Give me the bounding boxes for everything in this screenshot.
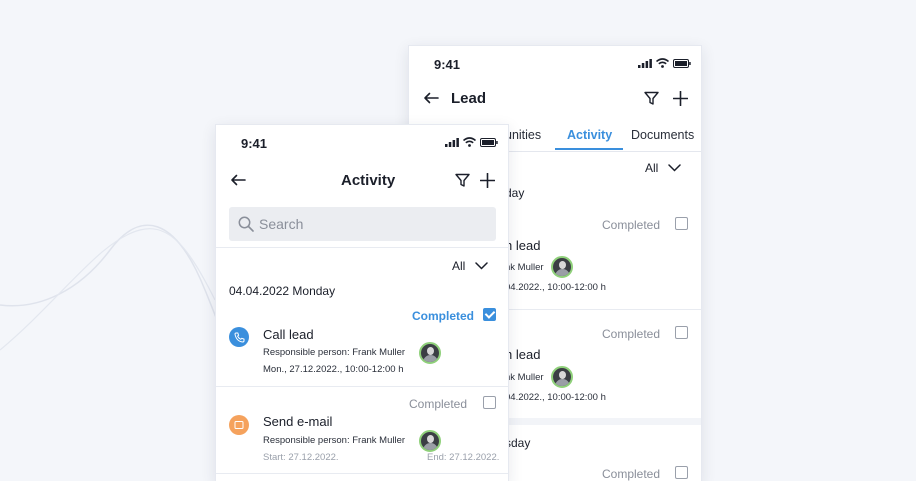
activity-title[interactable]: Send e-mail	[263, 414, 332, 429]
email-icon	[229, 415, 249, 435]
status-label: Completed	[412, 309, 475, 323]
filter-dropdown[interactable]: All	[452, 259, 489, 273]
filter-label: All	[452, 259, 466, 273]
avatar	[419, 342, 441, 364]
tab-opportunities[interactable]: unities	[505, 128, 541, 142]
tab-documents[interactable]: Documents	[631, 128, 694, 142]
avatar	[419, 430, 441, 452]
activity-time: 04.2022., 10:00-12:00 h	[505, 392, 606, 403]
status-time: 9:41	[241, 136, 268, 151]
status-bar: 9:41	[216, 125, 508, 161]
page-title: Lead	[451, 90, 487, 107]
add-icon[interactable]	[671, 89, 689, 107]
search-input[interactable]: Search	[229, 207, 496, 241]
avatar	[551, 366, 573, 388]
filter-dropdown[interactable]: All	[645, 161, 682, 175]
completed-checkbox[interactable]	[483, 308, 496, 321]
activity-end: End: 27.12.2022.	[427, 452, 500, 463]
battery-icon	[673, 58, 691, 68]
date-header: 04.04.2022 Monday	[229, 284, 336, 298]
status-bar: 9:41	[409, 46, 701, 82]
completed-checkbox[interactable]	[483, 396, 496, 409]
completed-checkbox[interactable]	[675, 466, 688, 479]
status-label: Completed	[602, 327, 661, 341]
activity-start: Start: 27.12.2022.	[263, 452, 339, 463]
activity-screen: 9:41 Activity Search All 04.04.2022 Mond…	[215, 124, 509, 481]
chevron-down-icon	[475, 262, 489, 270]
status-label: Completed	[602, 218, 661, 232]
phone-icon	[229, 327, 249, 347]
wifi-icon	[656, 58, 669, 68]
wifi-icon	[463, 137, 476, 147]
back-arrow-icon[interactable]	[229, 171, 247, 189]
search-placeholder: Search	[259, 216, 304, 232]
tab-activity[interactable]: Activity	[567, 128, 612, 142]
status-label: Completed	[602, 467, 661, 481]
activity-title[interactable]: h lead	[505, 347, 540, 362]
completed-checkbox[interactable]	[675, 326, 688, 339]
responsible-person: Responsible person: Frank Muller	[263, 435, 406, 446]
signal-icon	[445, 137, 459, 147]
add-icon[interactable]	[478, 171, 496, 189]
responsible-person: Responsible person: Frank Muller	[263, 347, 406, 358]
filter-icon[interactable]	[453, 171, 471, 189]
back-arrow-icon[interactable]	[422, 89, 440, 107]
activity-time: 04.2022., 10:00-12:00 h	[505, 282, 606, 293]
status-time: 9:41	[434, 57, 461, 72]
responsible-person: nk Muller	[505, 372, 544, 383]
activity-time: Mon., 27.12.2022., 10:00-12:00 h	[263, 364, 404, 375]
responsible-person: nk Muller	[505, 262, 544, 273]
activity-title[interactable]: h lead	[505, 238, 540, 253]
filter-icon[interactable]	[642, 89, 660, 107]
completed-checkbox[interactable]	[675, 217, 688, 230]
status-label: Completed	[409, 397, 468, 411]
battery-icon	[480, 137, 498, 147]
avatar	[551, 256, 573, 278]
signal-icon	[638, 58, 652, 68]
active-tab-indicator	[555, 148, 623, 150]
filter-label: All	[645, 161, 659, 175]
activity-title[interactable]: Call lead	[263, 327, 314, 342]
page-title: Activity	[341, 172, 396, 189]
search-icon	[238, 216, 254, 232]
chevron-down-icon	[668, 164, 682, 172]
